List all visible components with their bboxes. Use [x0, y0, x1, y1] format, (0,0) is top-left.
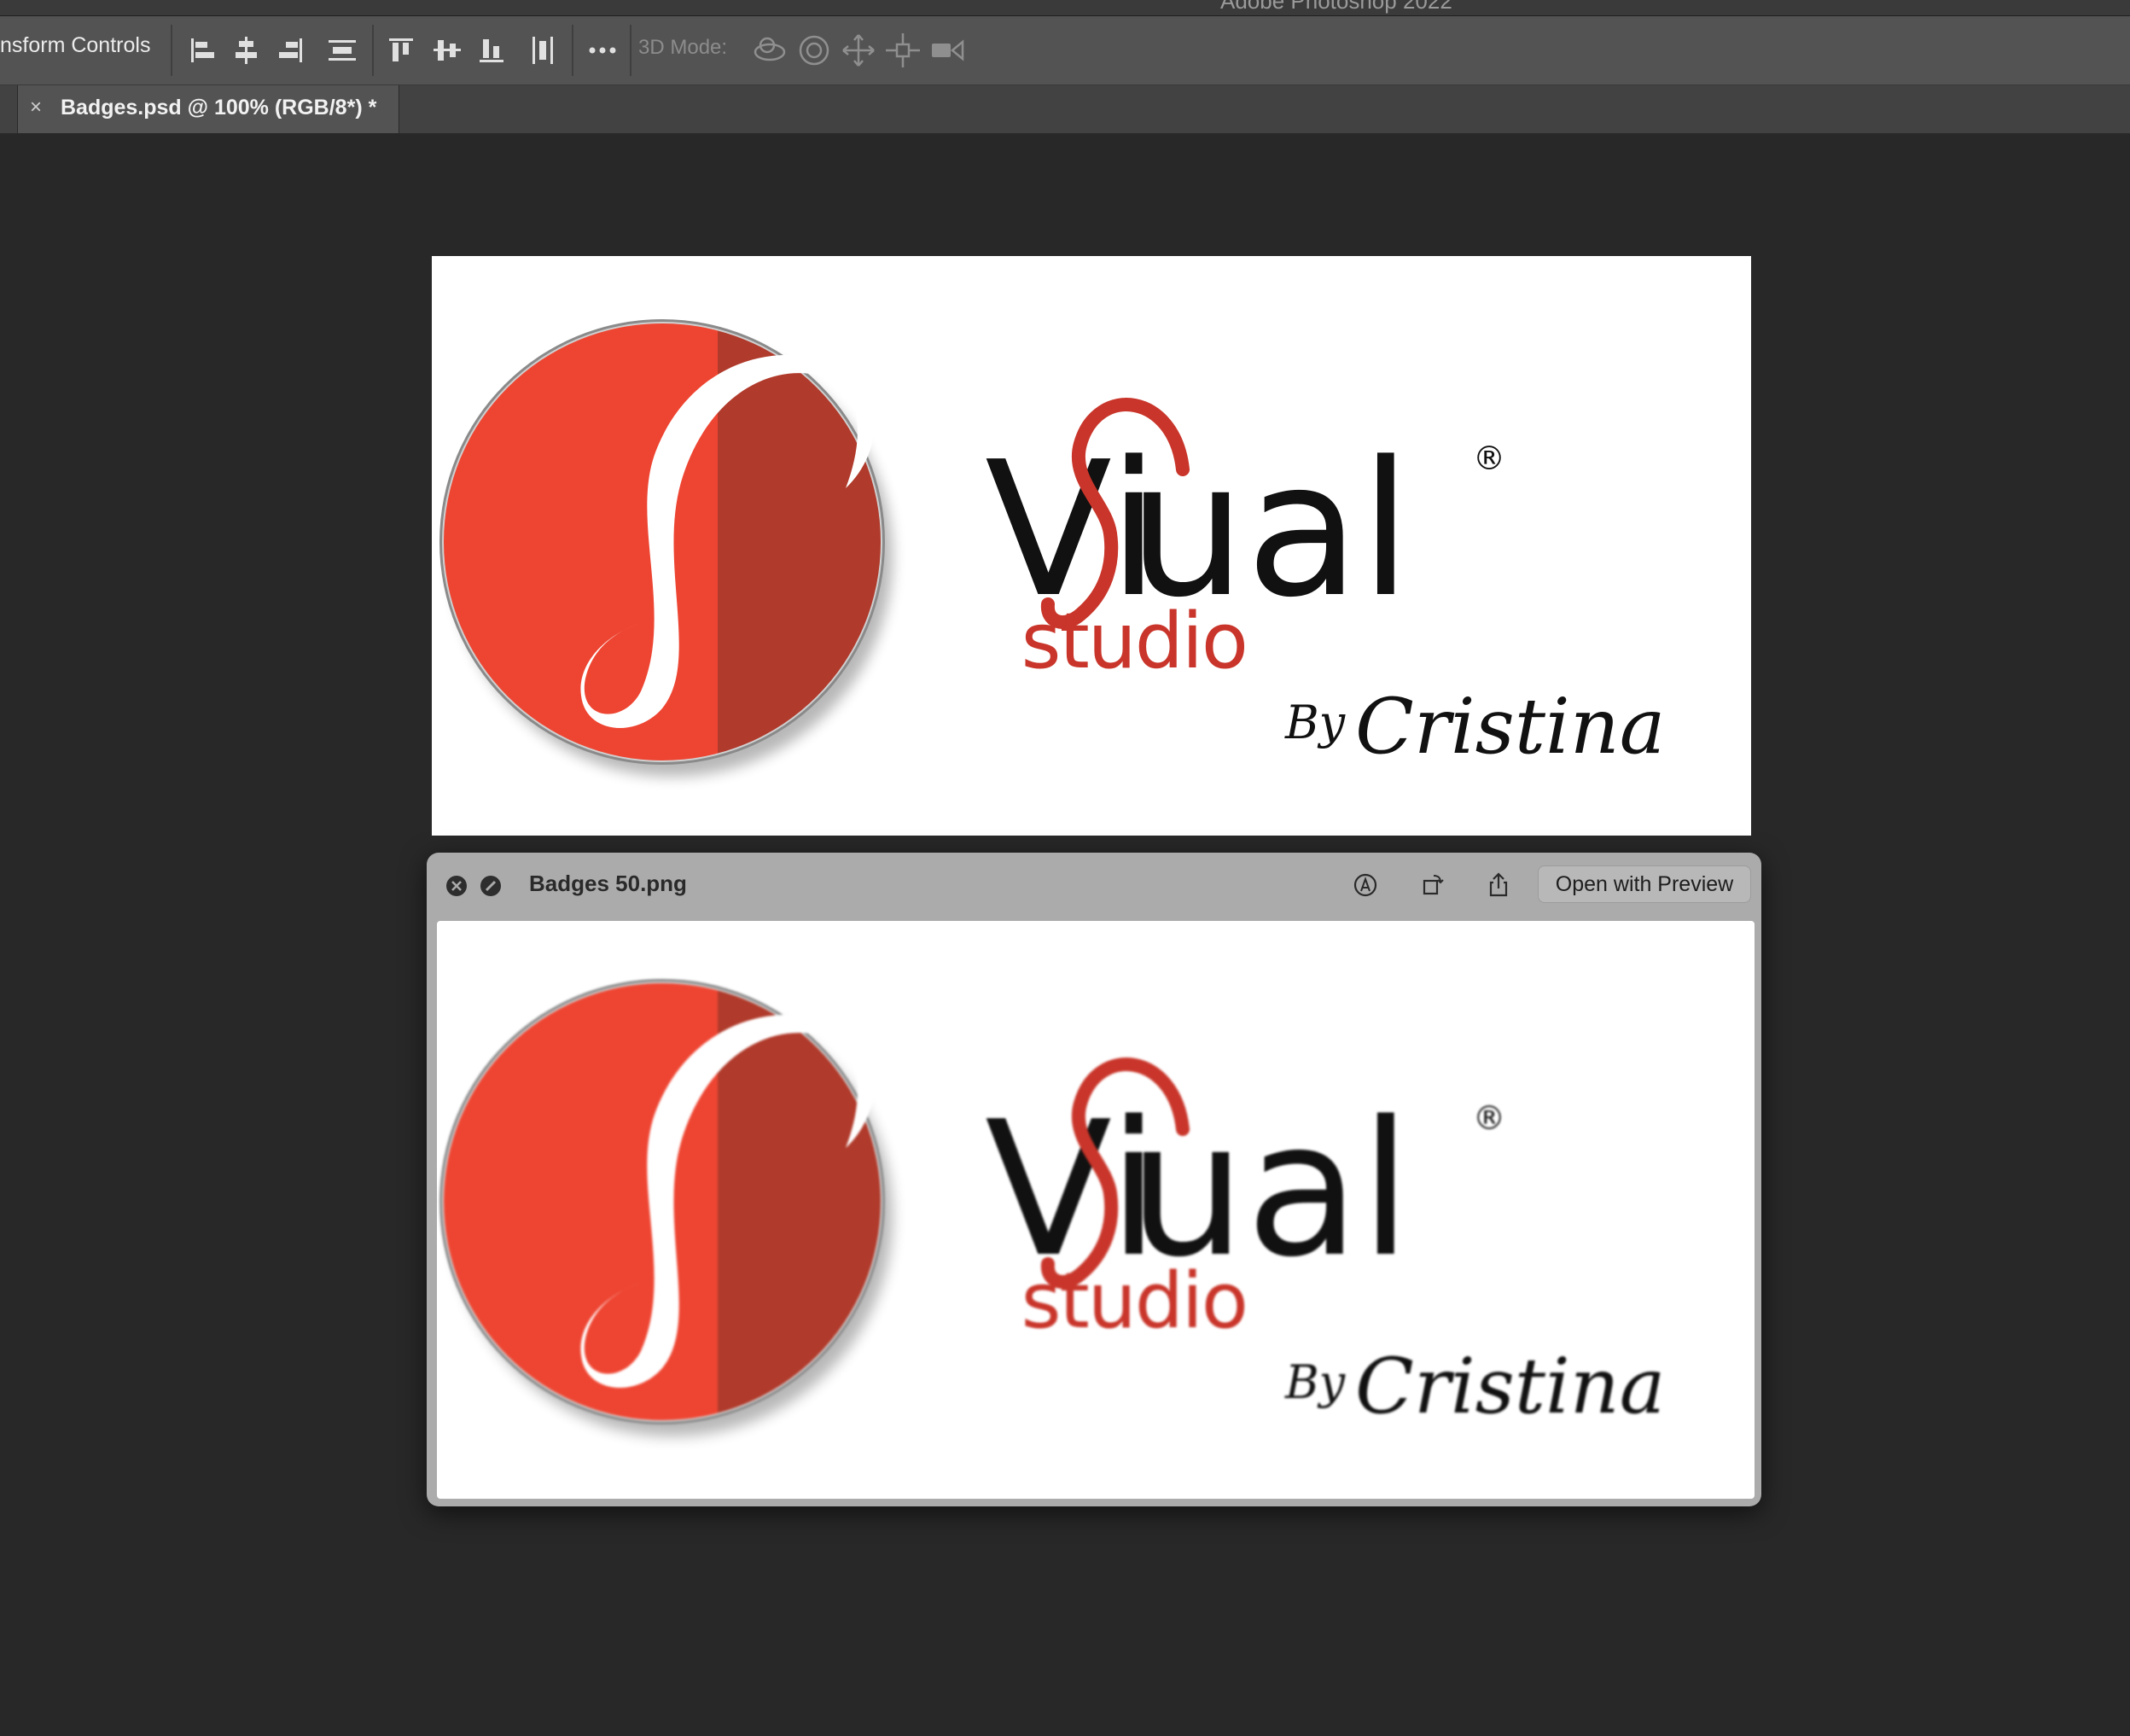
fullscreen-icon[interactable]	[480, 875, 502, 897]
preview-registered-mark: ®	[1473, 1099, 1505, 1137]
share-icon[interactable]	[1483, 870, 1514, 900]
preview-subtitle: studio	[1021, 1256, 1247, 1346]
distribute-h-icon[interactable]	[322, 30, 363, 71]
transform-controls-label[interactable]: nsform Controls	[0, 33, 150, 58]
rotate-icon[interactable]	[1417, 870, 1447, 900]
quick-look-filename: Badges 50.png	[529, 871, 687, 896]
markup-icon[interactable]	[1350, 870, 1381, 900]
document-tab[interactable]: × Badges.psd @ 100% (RGB/8*) *	[17, 85, 399, 133]
signature-by: By	[1284, 696, 1347, 749]
align-middle-v-icon[interactable]	[427, 30, 468, 71]
app-title-bar: Adobe Photoshop 2022	[0, 0, 2130, 16]
divider	[372, 25, 374, 76]
quick-look-toolbar: Badges 50.png Open with Preview	[427, 853, 1761, 916]
orbit-3d-icon[interactable]	[749, 30, 790, 71]
align-left-icon[interactable]	[183, 30, 224, 71]
more-icon[interactable]	[582, 30, 623, 71]
options-bar: nsform Controls 3D Mode:	[0, 16, 2130, 86]
preview-signature-by: By	[1284, 1355, 1347, 1409]
align-top-icon[interactable]	[381, 30, 422, 71]
align-center-h-icon[interactable]	[226, 30, 267, 71]
distribute-v-icon[interactable]	[522, 30, 563, 71]
open-with-preview-button[interactable]: Open with Preview	[1538, 865, 1751, 903]
divider	[171, 25, 172, 76]
close-tab-icon[interactable]: ×	[30, 96, 42, 119]
document-canvas[interactable]: ual Vi ® studio By Cristina	[432, 256, 1751, 836]
align-bottom-icon[interactable]	[471, 30, 512, 71]
align-right-icon[interactable]	[270, 30, 311, 71]
3d-mode-label: 3D Mode:	[638, 36, 728, 59]
registered-mark: ®	[1473, 440, 1505, 477]
pan-3d-icon[interactable]	[838, 30, 879, 71]
quick-look-preview: ual Vi ® studio By Cristina	[437, 921, 1755, 1499]
logo-subtitle: studio	[1021, 597, 1247, 686]
divider	[630, 25, 631, 76]
slide-3d-icon[interactable]	[882, 30, 923, 71]
preview-signature-name: Cristina	[1355, 1342, 1665, 1431]
visual-studio-logo: ual Vi ® studio By Cristina	[432, 256, 1751, 836]
app-title: Adobe Photoshop 2022	[1220, 0, 1452, 14]
document-tab-bar: × Badges.psd @ 100% (RGB/8*) *	[0, 85, 2130, 134]
preview-logo-image: ual Vi ® studio By Cristina	[437, 921, 1751, 1495]
quick-look-window[interactable]: Badges 50.png Open with Preview ual Vi ®…	[427, 853, 1761, 1506]
close-icon[interactable]	[445, 875, 468, 897]
scale-3d-icon[interactable]	[927, 30, 968, 71]
divider	[572, 25, 573, 76]
signature-name: Cristina	[1355, 682, 1665, 772]
roll-3d-icon[interactable]	[794, 30, 835, 71]
badge-circle	[444, 323, 881, 760]
document-tab-title[interactable]: Badges.psd @ 100% (RGB/8*) *	[61, 96, 376, 120]
